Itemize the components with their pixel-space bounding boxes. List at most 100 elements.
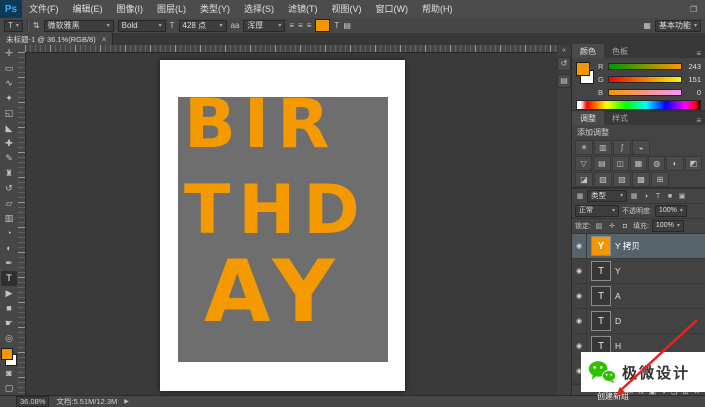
color-panel-swatches[interactable] <box>576 62 594 84</box>
filter-pixel-icon[interactable]: ▦ <box>629 192 639 200</box>
font-style-select[interactable]: Bold ▾ <box>118 20 166 32</box>
foreground-color-swatch[interactable] <box>576 62 590 76</box>
layer-row[interactable]: ◉ Y Y 拷贝 <box>572 234 705 259</box>
layer-thumbnail[interactable]: T <box>591 261 611 281</box>
filter-shape-icon[interactable]: ■ <box>665 193 675 200</box>
adjustment-icon[interactable]: ◪ <box>575 172 593 187</box>
move-tool[interactable]: ✛ <box>1 46 17 61</box>
toggle-panels-icon[interactable]: ▤ <box>343 21 351 30</box>
expand-panels-icon[interactable]: « <box>562 47 566 54</box>
adjustment-icon[interactable]: ◐ <box>666 156 683 171</box>
anti-alias-select[interactable]: 浑厚 ▾ <box>243 20 285 32</box>
quick-mask-icon[interactable]: ◙ <box>1 366 17 381</box>
window-restore-icon[interactable]: ❐ <box>682 5 705 14</box>
menu-item-filter[interactable]: 滤镜(T) <box>281 0 325 18</box>
adjustment-icon[interactable]: ▧ <box>594 172 612 187</box>
menu-item-select[interactable]: 选择(S) <box>237 0 281 18</box>
menu-item-file[interactable]: 文件(F) <box>22 0 66 18</box>
visibility-toggle[interactable]: ◉ <box>572 234 587 258</box>
blue-slider[interactable] <box>608 89 682 96</box>
visibility-toggle[interactable]: ◉ <box>572 309 587 333</box>
adjustment-icon[interactable]: ⊞ <box>651 172 669 187</box>
workspace-grid-icon[interactable]: ▦ <box>643 21 651 30</box>
eyedropper-tool[interactable]: ◣ <box>1 121 17 136</box>
adjustment-icon[interactable]: ʃ <box>613 140 631 155</box>
filter-smart-object-icon[interactable]: ▣ <box>677 192 687 200</box>
crop-tool[interactable]: ◱ <box>1 106 17 121</box>
lasso-tool[interactable]: ∿ <box>1 76 17 91</box>
menu-item-help[interactable]: 帮助(H) <box>415 0 460 18</box>
red-slider[interactable] <box>608 63 682 70</box>
align-center-icon[interactable]: ≡ <box>298 21 303 30</box>
font-family-select[interactable]: 微软雅黑 ▾ <box>44 20 114 32</box>
adjustment-icon[interactable]: ▦ <box>630 156 647 171</box>
history-panel-icon[interactable]: ↺ <box>557 57 571 71</box>
filter-type-icon[interactable]: T <box>653 193 663 200</box>
history-brush-tool[interactable]: ↺ <box>1 181 17 196</box>
tab-color[interactable]: 颜色 <box>572 44 604 58</box>
clone-stamp-tool[interactable]: ♜ <box>1 166 17 181</box>
adjustment-icon[interactable]: ◩ <box>685 156 702 171</box>
green-slider[interactable] <box>608 76 682 83</box>
dodge-tool[interactable]: ◐ <box>1 241 17 256</box>
layer-row[interactable]: ◉ T Y <box>572 259 705 284</box>
properties-panel-icon[interactable]: ▤ <box>557 74 571 88</box>
blur-tool[interactable]: ◔ <box>1 226 17 241</box>
workspace-switcher[interactable]: 基本功能 ▾ <box>655 20 701 32</box>
screen-mode-icon[interactable]: ▢ <box>1 381 17 396</box>
visibility-toggle[interactable]: ◉ <box>572 284 587 308</box>
type-tool[interactable]: T <box>1 271 17 286</box>
adjustment-icon[interactable]: ▨ <box>613 172 631 187</box>
toggle-text-orientation-icon[interactable]: ⇅ <box>33 21 40 30</box>
warp-text-icon[interactable]: T <box>334 21 339 30</box>
adjustment-icon[interactable]: ▩ <box>632 172 650 187</box>
layer-thumbnail[interactable]: Y <box>591 236 611 256</box>
blue-value[interactable]: 0 <box>685 88 701 97</box>
lock-position-icon[interactable]: ✛ <box>607 222 617 230</box>
foreground-background-swatches[interactable] <box>1 348 17 366</box>
layer-thumbnail[interactable]: T <box>591 311 611 331</box>
adjustment-icon[interactable]: ▤ <box>593 156 610 171</box>
document-tab[interactable]: 未标题-1 @ 36.1%(RGB/8) × <box>0 33 113 45</box>
layer-row[interactable]: ◉ T A <box>572 284 705 309</box>
panel-menu-icon[interactable]: ≡ <box>696 116 705 125</box>
hand-tool[interactable]: ☛ <box>1 316 17 331</box>
marquee-tool[interactable]: ▭ <box>1 61 17 76</box>
quick-selection-tool[interactable]: ✦ <box>1 91 17 106</box>
menu-item-type[interactable]: 类型(Y) <box>193 0 237 18</box>
zoom-tool[interactable]: ◎ <box>1 331 17 346</box>
menu-item-image[interactable]: 图像(I) <box>110 0 151 18</box>
visibility-toggle[interactable]: ◉ <box>572 259 587 283</box>
layer-filter-select[interactable]: 类型 ▾ <box>587 190 627 202</box>
close-tab-icon[interactable]: × <box>102 35 107 44</box>
layer-thumbnail[interactable]: T <box>591 286 611 306</box>
menu-item-window[interactable]: 窗口(W) <box>369 0 416 18</box>
tab-styles[interactable]: 样式 <box>604 111 636 125</box>
color-spectrum-ramp[interactable] <box>576 100 701 110</box>
path-selection-tool[interactable]: ▶ <box>1 286 17 301</box>
document-page[interactable]: BIR THD AY <box>160 60 405 391</box>
adjustment-icon[interactable]: ◒ <box>632 140 650 155</box>
layer-row[interactable]: ◉ T D <box>572 309 705 334</box>
menu-item-edit[interactable]: 编辑(E) <box>66 0 110 18</box>
filter-adjustment-icon[interactable]: ◑ <box>641 193 651 200</box>
fill-select[interactable]: 100% ▾ <box>652 220 684 232</box>
align-left-icon[interactable]: ≡ <box>289 21 294 30</box>
adjustment-icon[interactable]: ▥ <box>594 140 612 155</box>
foreground-color-swatch[interactable] <box>1 348 13 360</box>
lock-all-icon[interactable]: ◘ <box>620 223 630 230</box>
eraser-tool[interactable]: ▱ <box>1 196 17 211</box>
pen-tool[interactable]: ✒ <box>1 256 17 271</box>
adjustment-icon[interactable]: ☀ <box>575 140 593 155</box>
red-value[interactable]: 243 <box>685 62 701 71</box>
font-size-select[interactable]: 428 点 ▾ <box>179 20 227 32</box>
tool-preset-picker[interactable]: T ▾ <box>4 20 23 32</box>
healing-brush-tool[interactable]: ✚ <box>1 136 17 151</box>
opacity-select[interactable]: 100% ▾ <box>655 205 687 217</box>
menu-item-view[interactable]: 视图(V) <box>325 0 369 18</box>
gradient-tool[interactable]: ▥ <box>1 211 17 226</box>
green-value[interactable]: 151 <box>685 75 701 84</box>
adjustment-icon[interactable]: ▽ <box>575 156 592 171</box>
blend-mode-select[interactable]: 正常 ▾ <box>575 205 619 217</box>
text-color-swatch[interactable] <box>315 19 330 32</box>
